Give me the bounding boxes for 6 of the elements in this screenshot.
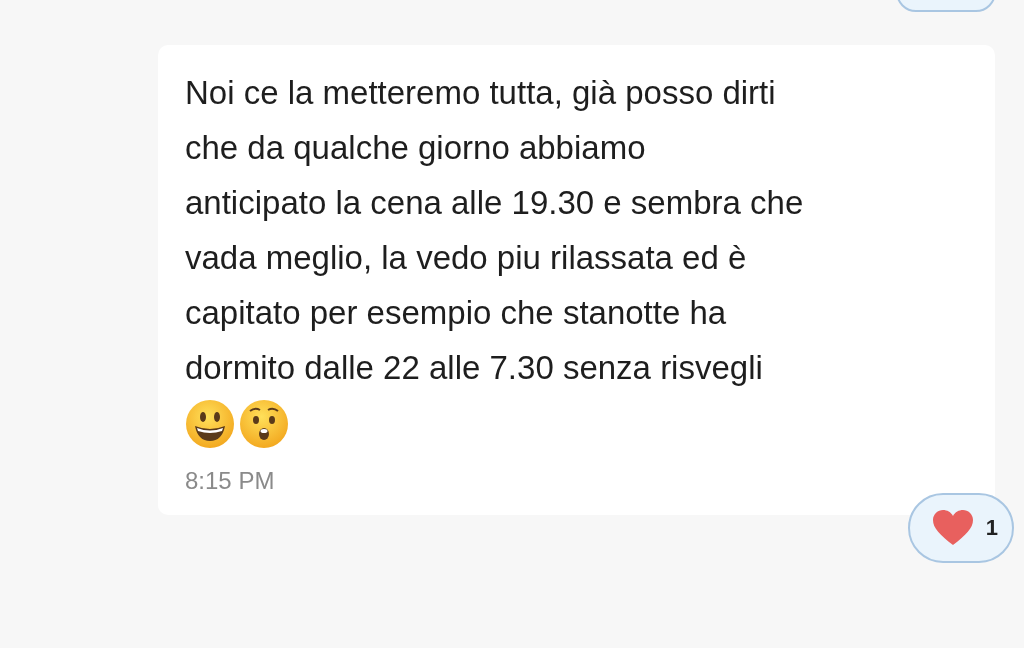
message-time: 8:15 PM xyxy=(185,467,275,495)
grinning-face-icon xyxy=(185,399,235,449)
astonished-face-icon xyxy=(239,399,289,449)
message-text: Noi ce la metteremo tutta, già posso dirti che da qualche giorno abbiamo anticipato la cena alle 19.30 e sembra che vada meglio, la vedo piu rilassata ed è capitato per esempio che stanotte ha dormito dalle 22 alle 7.30 senza risvegli xyxy=(185,73,805,388)
reaction-button[interactable]: 1 xyxy=(907,493,1014,563)
heart-icon xyxy=(931,510,974,546)
